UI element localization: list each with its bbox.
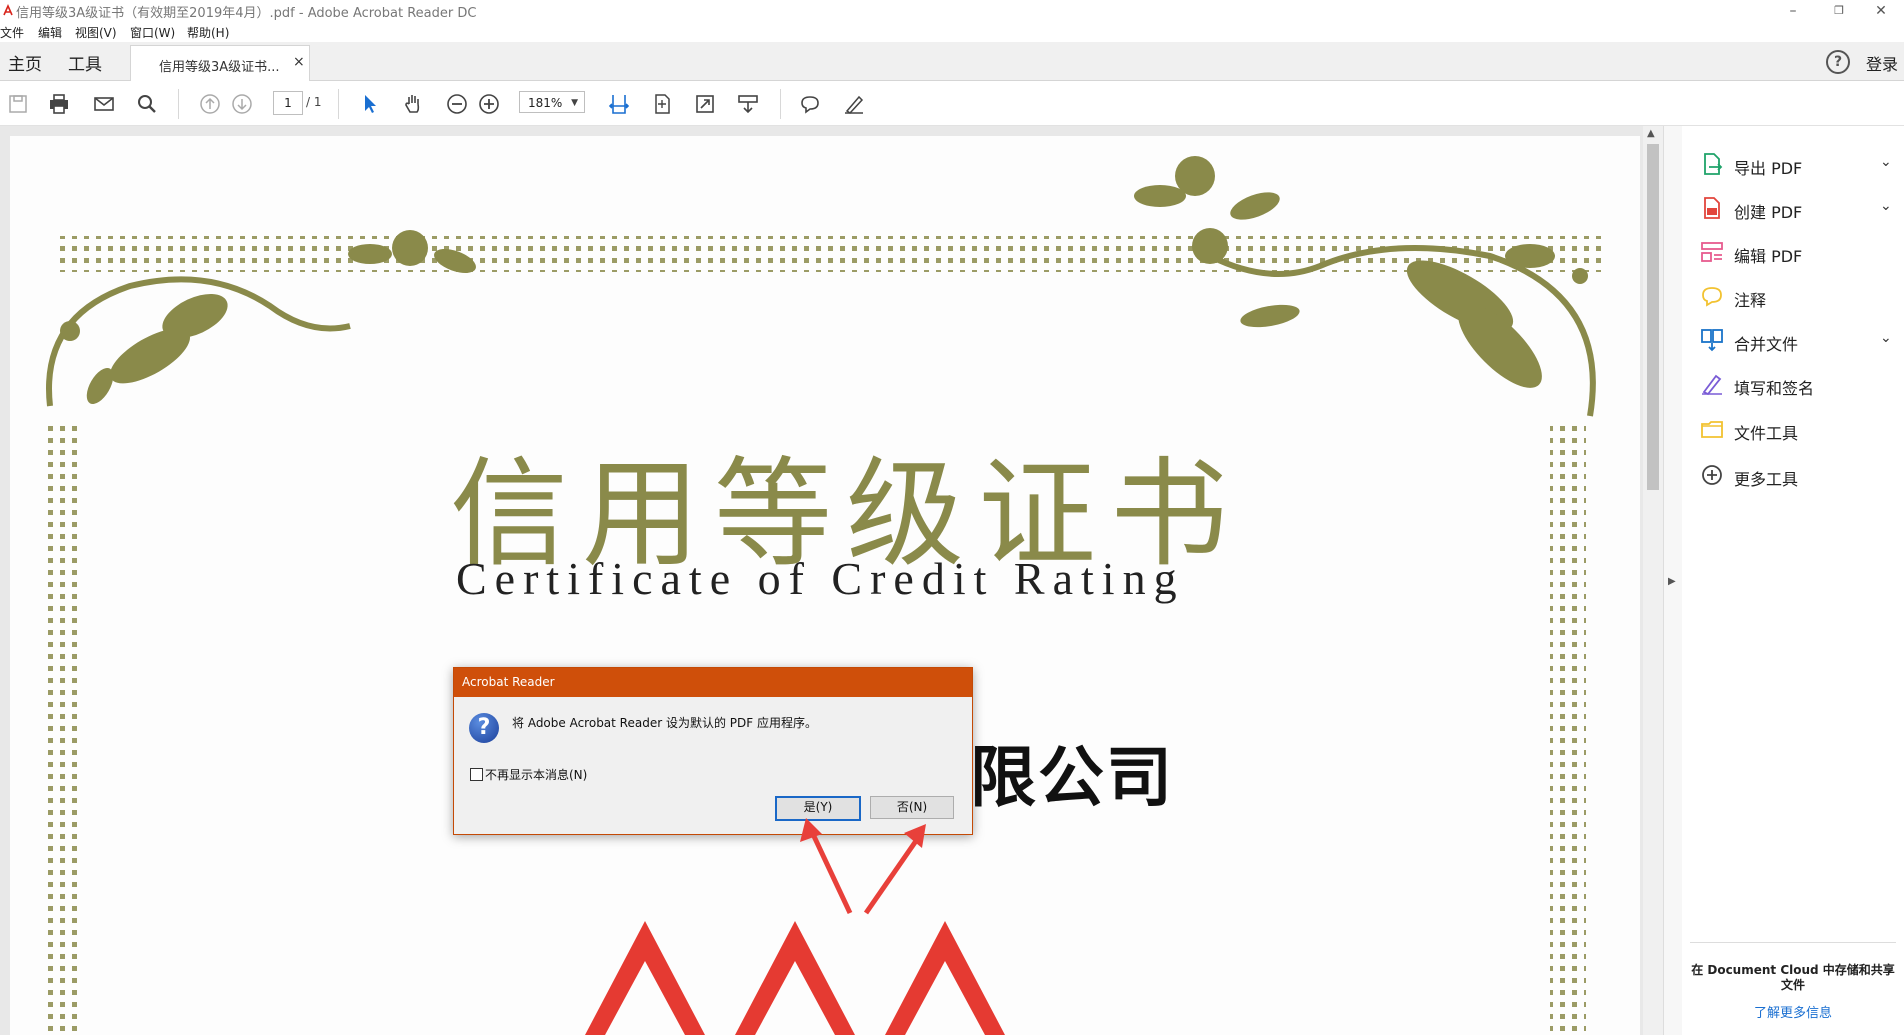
menu-help[interactable]: 帮助(H) xyxy=(187,24,229,41)
export-pdf-icon xyxy=(1704,153,1723,175)
search-icon[interactable] xyxy=(135,92,159,116)
tool-label: 导出 PDF xyxy=(1734,159,1803,178)
tool-label: 创建 PDF xyxy=(1734,203,1803,222)
menu-edit[interactable]: 编辑 xyxy=(38,24,62,41)
acrobat-app-icon xyxy=(2,3,14,17)
dont-show-again-label[interactable]: 不再显示本消息(N) xyxy=(485,766,587,783)
dialog-message: 将 Adobe Acrobat Reader 设为默认的 PDF 应用程序。 xyxy=(512,716,817,730)
tool-fill-sign[interactable]: 填写和签名 xyxy=(1700,370,1900,400)
chevron-down-icon[interactable]: ⌄ xyxy=(1880,154,1892,170)
scroll-up-icon[interactable]: ▲ xyxy=(1647,128,1655,139)
yes-button[interactable]: 是(Y) xyxy=(775,796,861,821)
chevron-down-icon: ▼ xyxy=(571,98,578,108)
dont-show-again-checkbox[interactable] xyxy=(470,768,483,781)
tool-file-tools[interactable]: 文件工具 xyxy=(1700,415,1900,445)
login-link[interactable]: 登录 xyxy=(1866,51,1898,75)
dialog-title-bar[interactable]: Acrobat Reader xyxy=(454,668,972,697)
zoom-value: 181% xyxy=(528,96,563,110)
tool-label: 文件工具 xyxy=(1734,424,1799,443)
tool-more-tools[interactable]: 更多工具 xyxy=(1700,461,1900,491)
menu-file[interactable]: 文件 xyxy=(0,24,24,41)
zoom-select[interactable]: 181% ▼ xyxy=(519,91,585,113)
tool-export-pdf[interactable]: 导出 PDF ⌄ xyxy=(1700,150,1900,180)
fit-width-icon[interactable] xyxy=(607,92,631,116)
menu-view[interactable]: 视图(V) xyxy=(75,24,117,41)
toolbar-separator xyxy=(338,89,339,119)
cloud-promo-text: 在 Document Cloud 中存储和共享文件 xyxy=(1691,963,1895,992)
tool-label: 填写和签名 xyxy=(1734,379,1815,398)
chevron-down-icon[interactable]: ⌄ xyxy=(1880,330,1892,346)
comment-icon xyxy=(1702,287,1722,307)
sign-icon[interactable] xyxy=(842,92,866,116)
save-icon[interactable] xyxy=(6,92,30,116)
tool-label: 编辑 PDF xyxy=(1734,247,1803,266)
edit-pdf-icon xyxy=(1701,242,1723,262)
zoom-out-icon[interactable] xyxy=(445,92,469,116)
divider xyxy=(1690,942,1896,943)
combine-files-icon xyxy=(1701,329,1723,352)
help-icon[interactable]: ? xyxy=(1826,50,1850,74)
tool-label: 更多工具 xyxy=(1734,470,1799,489)
select-icon[interactable] xyxy=(358,92,382,116)
toolbar-separator xyxy=(178,89,179,119)
tab-home[interactable]: 主页 xyxy=(8,50,42,75)
tools-panel: 导出 PDF ⌄ 创建 PDF ⌄ 编辑 PDF 注释 合并文件 ⌄ 填写和签名… xyxy=(1682,126,1904,1035)
menu-bar: 文件 编辑 视图(V) 窗口(W) 帮助(H) xyxy=(0,22,1904,42)
default-app-dialog: Acrobat Reader ? 将 Adobe Acrobat Reader … xyxy=(453,667,973,835)
document-tab-label: 信用等级3A级证书... xyxy=(159,60,280,75)
comment-icon[interactable] xyxy=(798,92,822,116)
company-name-text: 限公司 xyxy=(970,739,1174,816)
print-icon[interactable] xyxy=(47,92,71,116)
tool-edit-pdf[interactable]: 编辑 PDF xyxy=(1700,238,1900,268)
question-icon: ? xyxy=(469,713,499,743)
fill-sign-icon xyxy=(1702,374,1722,396)
window-title: 信用等级3A级证书（有效期至2019年4月）.pdf - Adobe Acrob… xyxy=(16,6,477,21)
close-window-button[interactable]: ✕ xyxy=(1858,0,1904,22)
chevron-down-icon[interactable]: ⌄ xyxy=(1880,198,1892,214)
scroll-mode-icon[interactable] xyxy=(736,92,760,116)
prev-page-icon[interactable] xyxy=(198,92,222,116)
menu-window[interactable]: 窗口(W) xyxy=(130,24,175,41)
toolbar: 1 / 1 181% ▼ xyxy=(0,81,1904,126)
vertical-scrollbar[interactable]: ▲ xyxy=(1643,126,1663,1035)
hand-icon[interactable] xyxy=(401,92,425,116)
toolbar-separator xyxy=(780,89,781,119)
tab-bar: 主页 工具 信用等级3A级证书... × ? 登录 xyxy=(0,42,1904,81)
tool-label: 注释 xyxy=(1734,291,1767,310)
next-page-icon[interactable] xyxy=(230,92,254,116)
certificate-title-en: Certificate of Credit Rating xyxy=(456,553,1185,604)
zoom-in-icon[interactable] xyxy=(477,92,501,116)
learn-more-link[interactable]: 了解更多信息 xyxy=(1690,1002,1896,1021)
tool-comment[interactable]: 注释 xyxy=(1700,282,1900,312)
tool-create-pdf[interactable]: 创建 PDF ⌄ xyxy=(1700,194,1900,224)
file-tools-icon xyxy=(1701,421,1723,438)
full-screen-icon[interactable] xyxy=(693,92,717,116)
question-glyph: ? xyxy=(477,715,491,740)
no-button[interactable]: 否(N) xyxy=(870,796,954,819)
page-total: / 1 xyxy=(306,95,322,109)
more-tools-icon xyxy=(1702,465,1722,485)
pdf-page: 信用等级证书 Certificate of Credit Rating 限公司 xyxy=(10,136,1640,1035)
tab-tools[interactable]: 工具 xyxy=(68,50,102,75)
email-icon[interactable] xyxy=(92,92,116,116)
fit-page-icon[interactable] xyxy=(650,92,674,116)
minimize-button[interactable]: – xyxy=(1770,0,1816,22)
restore-button[interactable]: ❐ xyxy=(1816,0,1862,22)
tool-combine-files[interactable]: 合并文件 ⌄ xyxy=(1700,326,1900,356)
collapse-right-icon: ▶ xyxy=(1668,576,1676,587)
dialog-title: Acrobat Reader xyxy=(462,675,555,689)
tool-label: 合并文件 xyxy=(1734,335,1799,354)
document-view[interactable]: 信用等级证书 Certificate of Credit Rating 限公司 xyxy=(0,126,1647,1035)
tab-document[interactable]: 信用等级3A级证书... × xyxy=(130,45,310,81)
create-pdf-icon xyxy=(1704,197,1720,219)
panel-collapse-handle[interactable]: ▶ xyxy=(1663,126,1682,1035)
title-bar: 信用等级3A级证书（有效期至2019年4月）.pdf - Adobe Acrob… xyxy=(0,0,1904,22)
close-tab-icon[interactable]: × xyxy=(293,54,305,70)
scrollbar-thumb[interactable] xyxy=(1647,144,1659,490)
page-number-input[interactable]: 1 xyxy=(273,91,303,115)
